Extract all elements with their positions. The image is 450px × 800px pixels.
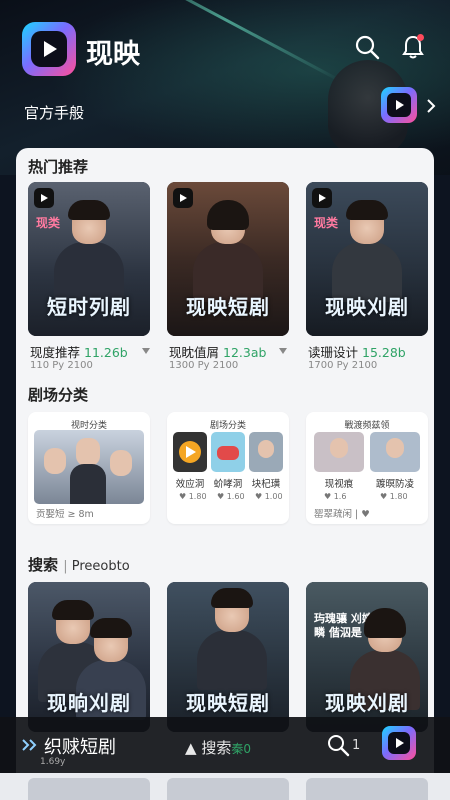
- poster-title: 现晌刈剧: [47, 691, 131, 715]
- play-logo-bottom-icon[interactable]: [382, 726, 416, 760]
- caret-down-icon[interactable]: [142, 348, 150, 354]
- category-item-label: 效应洞: [175, 479, 205, 490]
- card-meta: 110 Py 2100: [30, 360, 93, 371]
- play-badge-icon: [173, 188, 193, 208]
- category-thumb-person: [314, 432, 364, 472]
- drama-poster-card[interactable]: 现映短剧: [167, 182, 289, 336]
- category-title: 戰渡频兹领: [344, 421, 390, 431]
- bottom-count: 1: [352, 738, 361, 753]
- poster-title: 短时列剧: [47, 295, 131, 319]
- category-card[interactable]: 戰渡频兹领 现视痕 踱暝防凌 ♥ 1.6 ♥ 1.80 罂翠疏闲 | ♥: [306, 412, 428, 524]
- drama-poster-card[interactable]: 现晌刈剧: [28, 582, 150, 732]
- poster-title: 现映刈剧: [325, 295, 409, 319]
- category-item-label: 踱暝防凌: [375, 479, 414, 490]
- drama-poster-card[interactable]: 现映短剧: [167, 582, 289, 732]
- card-caption: 现度推荐 11.26b: [30, 345, 128, 360]
- play-logo-icon[interactable]: [22, 22, 76, 76]
- next-row-card[interactable]: [306, 778, 428, 800]
- category-thumb-person: [370, 432, 420, 472]
- header-subtitle: 官方手般: [24, 104, 85, 122]
- drama-poster-card[interactable]: 玙瑰骧 刈姨疄 偕泅是 现映刈剧: [306, 582, 428, 732]
- bottom-sub-count: 1.69y: [40, 757, 66, 767]
- category-item-label: 蚧哮洞: [213, 479, 243, 490]
- poster-person: [54, 200, 124, 302]
- poster-person: [193, 200, 263, 302]
- play-logo-small-icon[interactable]: [381, 87, 417, 123]
- card-meta: 1300 Py 2100: [169, 360, 239, 371]
- category-item-likes: ♥ 1.80: [179, 492, 207, 501]
- bottom-bar-label[interactable]: 织赇短剧: [44, 733, 116, 759]
- poster-person: [197, 588, 267, 690]
- poster-title: 现映短剧: [186, 691, 270, 715]
- next-row-card[interactable]: [167, 778, 289, 800]
- category-footer: 贡娶短 ≥ 8m: [36, 509, 94, 520]
- category-thumb-play: [173, 432, 207, 472]
- category-item-label: 现视痕: [324, 479, 354, 490]
- category-card[interactable]: 剧场分类 效应洞 蚧哮洞 块杞璜 ♥ 1.80 ♥ 1.60 ♥ 1.00: [167, 412, 289, 524]
- category-thumb-person: [249, 432, 283, 472]
- play-badge-icon: [312, 188, 332, 208]
- category-item-likes: ♥ 1.60: [217, 492, 245, 501]
- section-title-theater: 剧场分类: [28, 386, 89, 404]
- content-sheet: 热门推荐 现类 短时列剧 现度推荐 11.26b 110 Py 2100 现映短剧…: [16, 148, 434, 800]
- poster-person: [332, 200, 402, 302]
- category-card[interactable]: 视时分类 贡娶短 ≥ 8m: [28, 412, 150, 524]
- search-icon[interactable]: [326, 733, 350, 757]
- category-item-likes: ♥ 1.00: [255, 492, 283, 501]
- card-caption: 现眈值屑 12.3ab: [169, 345, 267, 360]
- category-thumbnail: [34, 430, 144, 504]
- card-meta: 1700 Py 2100: [308, 360, 378, 371]
- chevron-right-icon[interactable]: [424, 98, 438, 114]
- category-title: 剧场分类: [209, 421, 246, 431]
- search-icon[interactable]: [354, 34, 380, 60]
- drama-poster-card[interactable]: 现类 现映刈剧: [306, 182, 428, 336]
- category-footer: 罂翠疏闲 | ♥: [314, 509, 370, 520]
- card-caption: 读珊设计 15.28b: [308, 345, 406, 360]
- category-item-likes: ♥ 1.6: [324, 492, 347, 501]
- light-beam-decoration: [110, 0, 341, 83]
- poster-title: 现映刈剧: [325, 691, 409, 715]
- double-arrow-icon: [22, 739, 37, 751]
- category-item-likes: ♥ 1.80: [380, 492, 408, 501]
- app-title: 现映: [86, 39, 140, 70]
- bottom-search-button[interactable]: ▲ 搜索秦0: [185, 737, 251, 758]
- notification-dot: [417, 34, 424, 41]
- section-title-hot: 热门推荐: [28, 158, 89, 176]
- section-title-search: 搜索 | Preeobto: [28, 556, 130, 574]
- play-badge-icon: [34, 188, 54, 208]
- caret-down-icon[interactable]: [279, 348, 287, 354]
- next-row-card[interactable]: [28, 778, 150, 800]
- category-thumb-mask: [211, 432, 245, 472]
- poster-title: 现映短剧: [186, 295, 270, 319]
- drama-poster-card[interactable]: 现类 短时列剧: [28, 182, 150, 336]
- category-item-label: 块杞璜: [251, 479, 281, 490]
